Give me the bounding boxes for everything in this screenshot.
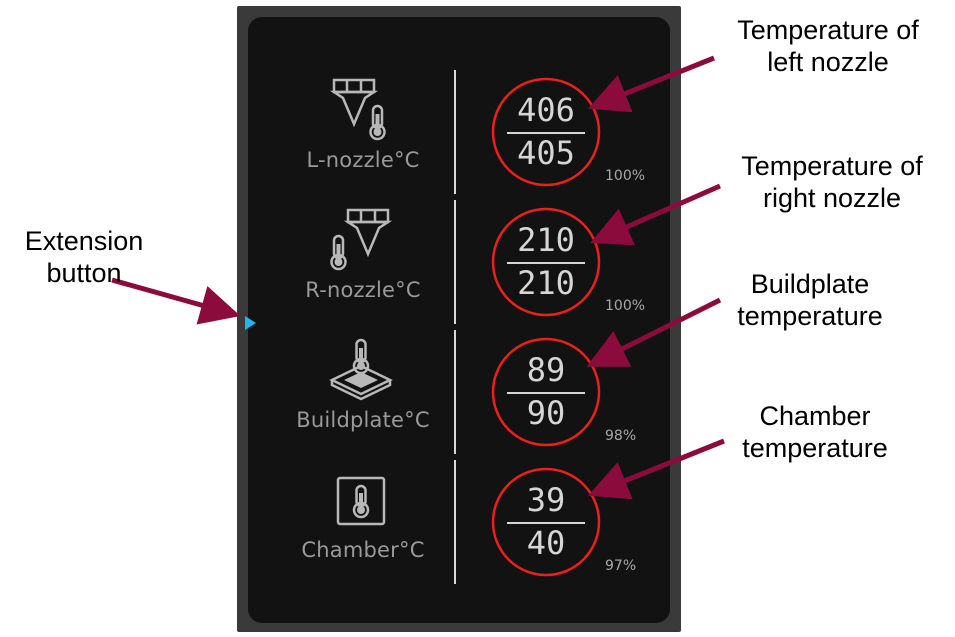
screenshot-stage: L-nozzle°C 406 405 100% R-nozzle°C 210 2… xyxy=(0,0,955,637)
annotation-text: Temperature of right nozzle xyxy=(741,151,923,213)
row-label-right-nozzle: R-nozzle°C xyxy=(305,278,421,302)
temperature-row-buildplate: Buildplate°C 89 90 98% xyxy=(248,328,670,460)
annotation-extension: Extension button xyxy=(0,225,168,289)
row-divider xyxy=(454,330,456,454)
target-temperature: 210 xyxy=(517,264,575,302)
temperature-row-right-nozzle: R-nozzle°C 210 210 100% xyxy=(248,198,670,330)
target-temperature: 405 xyxy=(517,134,575,172)
right-nozzle-thermometer-icon xyxy=(330,208,393,271)
temperature-row-left-nozzle: L-nozzle°C 406 405 100% xyxy=(248,68,670,200)
row-label-left-nozzle: L-nozzle°C xyxy=(306,148,420,172)
current-temperature: 39 xyxy=(526,481,566,519)
target-temperature: 40 xyxy=(526,524,566,562)
annotation-left-nozzle: Temperature of left nozzle xyxy=(708,14,948,78)
row-label-buildplate: Buildplate°C xyxy=(296,408,430,432)
left-nozzle-temperature-gauge[interactable]: 406 405 xyxy=(490,76,602,188)
current-temperature: 210 xyxy=(517,221,575,259)
current-temperature: 89 xyxy=(526,351,566,389)
annotation-chamber: Chamber temperature xyxy=(705,400,925,464)
annotation-text: Extension button xyxy=(24,226,144,288)
right-nozzle-temperature-gauge[interactable]: 210 210 xyxy=(490,206,602,318)
power-percent: 97% xyxy=(605,558,637,574)
annotation-text: Buildplate temperature xyxy=(737,269,883,331)
target-temperature: 90 xyxy=(526,394,566,432)
power-percent: 100% xyxy=(605,168,646,184)
power-percent: 98% xyxy=(605,428,637,444)
chamber-temperature-gauge[interactable]: 39 40 xyxy=(490,466,602,578)
left-nozzle-thermometer-icon xyxy=(329,78,386,141)
row-divider xyxy=(454,200,456,324)
buildplate-thermometer-icon xyxy=(329,338,393,401)
buildplate-temperature-gauge[interactable]: 89 90 xyxy=(490,336,602,448)
annotation-text: Temperature of left nozzle xyxy=(737,15,919,77)
power-percent: 100% xyxy=(605,298,646,314)
current-temperature: 406 xyxy=(517,91,575,129)
chamber-thermometer-icon xyxy=(336,476,386,526)
annotation-right-nozzle: Temperature of right nozzle xyxy=(712,150,952,214)
annotation-text: Chamber temperature xyxy=(742,401,888,463)
temperature-row-chamber: Chamber°C 39 40 97% xyxy=(248,458,670,590)
annotation-buildplate: Buildplate temperature xyxy=(700,268,920,332)
row-label-chamber: Chamber°C xyxy=(301,538,425,562)
row-divider xyxy=(454,70,456,194)
row-divider xyxy=(454,460,456,584)
